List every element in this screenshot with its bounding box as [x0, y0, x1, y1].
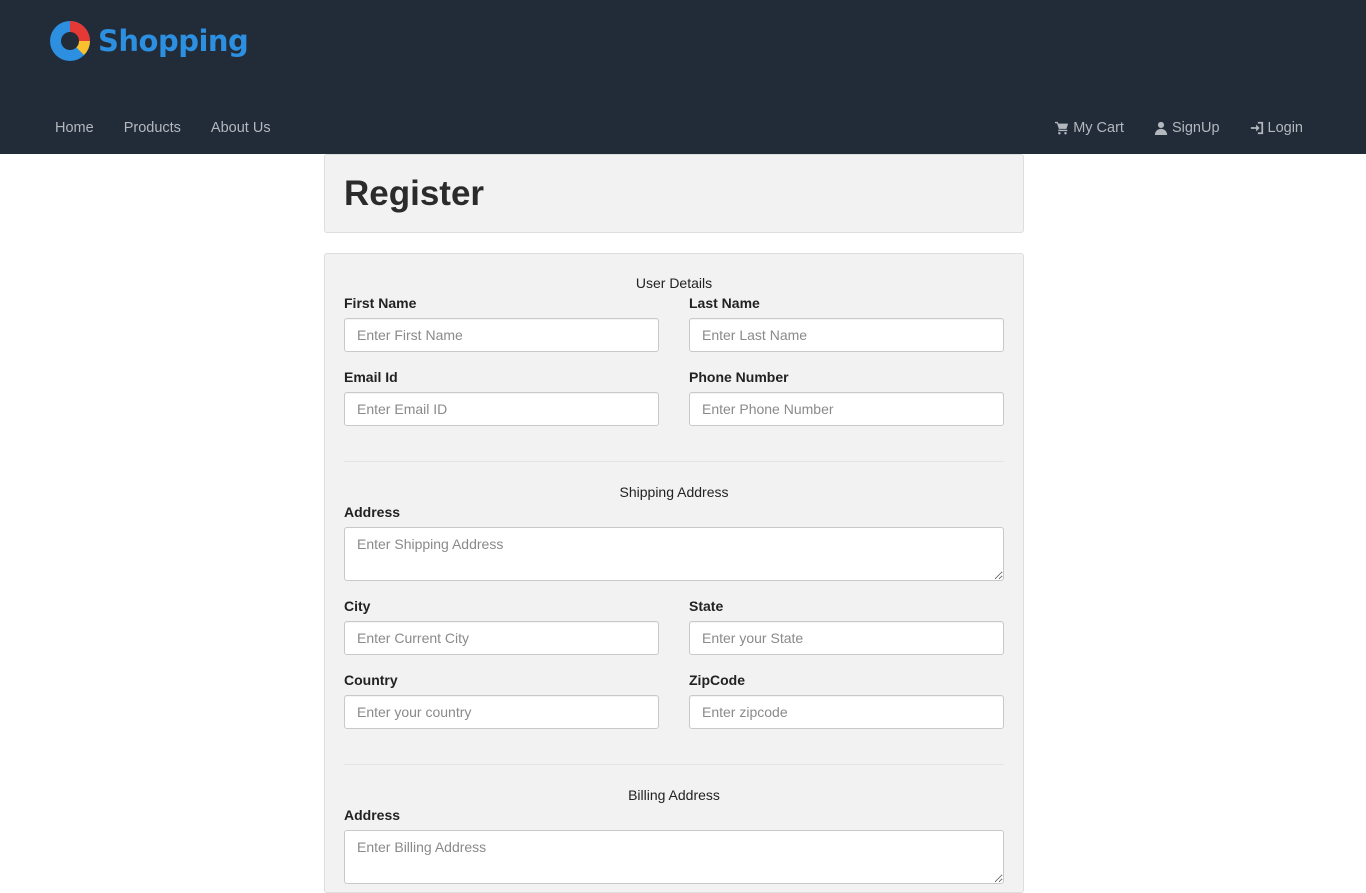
nav-signup-link[interactable]: SignUp — [1139, 120, 1235, 136]
brand-logo[interactable]: Shopping — [48, 20, 249, 62]
page-title: Register — [344, 174, 485, 213]
shipping-address-label: Address — [344, 504, 401, 520]
section-divider — [344, 764, 1004, 765]
shipping-address-textarea[interactable] — [344, 527, 1004, 581]
user-details-heading: User Details — [635, 275, 713, 291]
phone-label: Phone Number — [689, 369, 789, 385]
email-label: Email Id — [344, 369, 398, 385]
zipcode-input[interactable] — [689, 695, 1004, 729]
account-nav: My Cart SignUp Login — [1040, 110, 1318, 146]
top-navbar: Shopping Home Products About Us My Cart … — [0, 0, 1366, 154]
logo-icon — [50, 21, 90, 61]
billing-address-textarea[interactable] — [344, 830, 1004, 884]
section-divider — [344, 461, 1004, 462]
city-input[interactable] — [344, 621, 659, 655]
brand-name: Shopping — [98, 24, 249, 58]
zipcode-label: ZipCode — [689, 672, 745, 688]
state-label: State — [689, 598, 724, 614]
state-input[interactable] — [689, 621, 1004, 655]
first-name-label: First Name — [344, 295, 417, 311]
page-header-panel: Register — [324, 154, 1024, 233]
cart-icon — [1055, 121, 1069, 135]
country-label: Country — [344, 672, 398, 688]
billing-address-label: Address — [344, 807, 401, 823]
shipping-heading: Shipping Address — [619, 484, 729, 500]
nav-signup-label: SignUp — [1171, 120, 1220, 136]
email-input[interactable] — [344, 392, 659, 426]
nav-products-link[interactable]: Products — [109, 120, 196, 136]
country-input[interactable] — [344, 695, 659, 729]
nav-home-link[interactable]: Home — [40, 120, 109, 136]
last-name-input[interactable] — [689, 318, 1004, 352]
register-form: User Details First Name Last Name Email … — [324, 253, 1024, 893]
main-nav: Home Products About Us — [40, 110, 286, 146]
user-icon — [1154, 121, 1168, 135]
nav-cart-link[interactable]: My Cart — [1040, 120, 1139, 136]
last-name-label: Last Name — [689, 295, 760, 311]
nav-about-link[interactable]: About Us — [196, 120, 286, 136]
nav-cart-label: My Cart — [1073, 120, 1124, 136]
billing-heading: Billing Address — [628, 787, 720, 803]
city-label: City — [344, 598, 371, 614]
phone-input[interactable] — [689, 392, 1004, 426]
login-icon — [1250, 121, 1263, 135]
first-name-input[interactable] — [344, 318, 659, 352]
nav-login-link[interactable]: Login — [1235, 120, 1318, 136]
nav-login-label: Login — [1267, 120, 1303, 136]
